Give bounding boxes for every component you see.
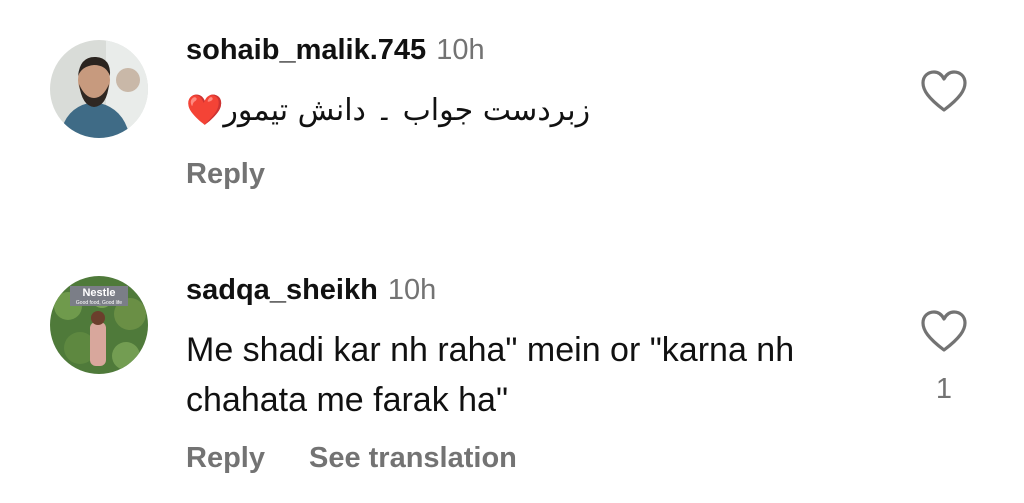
username[interactable]: sadqa_sheikh — [186, 274, 378, 306]
comment-text: Me shadi kar nh raha" mein or "karna nh … — [186, 331, 795, 419]
avatar[interactable]: Nestle Good food, Good life — [50, 276, 148, 374]
timestamp: 10h — [387, 274, 437, 306]
timestamp: 10h — [436, 34, 485, 66]
like-count: 1 — [935, 373, 953, 405]
comment-item: Nestle Good food, Good life sadqa_sheikh… — [0, 240, 1024, 503]
comment-actions: Reply — [186, 157, 309, 191]
comment-item: sohaib_malik.745 10h زبردست جواب ۔ دانش ت… — [0, 0, 1024, 240]
avatar-tagline: Good food, Good life — [76, 300, 122, 306]
comment-body: زبردست جواب ۔ دانش تیمور — [223, 93, 591, 128]
comment-header: sohaib_malik.745 10h — [186, 33, 485, 67]
comment-actions: Reply See translation — [186, 441, 561, 475]
heart-emoji: ❤️ — [186, 93, 224, 128]
reply-button[interactable]: Reply — [186, 442, 265, 474]
like-heart-icon[interactable] — [920, 310, 968, 354]
see-translation-button[interactable]: See translation — [309, 442, 517, 474]
avatar[interactable] — [50, 40, 148, 138]
comment-text: زبردست جواب ۔ دانش تیمور❤️ — [186, 86, 646, 136]
like-heart-icon[interactable] — [920, 70, 968, 114]
username[interactable]: sohaib_malik.745 — [186, 34, 426, 66]
reply-button[interactable]: Reply — [186, 158, 265, 190]
avatar-brand: Nestle — [82, 287, 115, 299]
comment-header: sadqa_sheikh 10h — [186, 273, 436, 307]
